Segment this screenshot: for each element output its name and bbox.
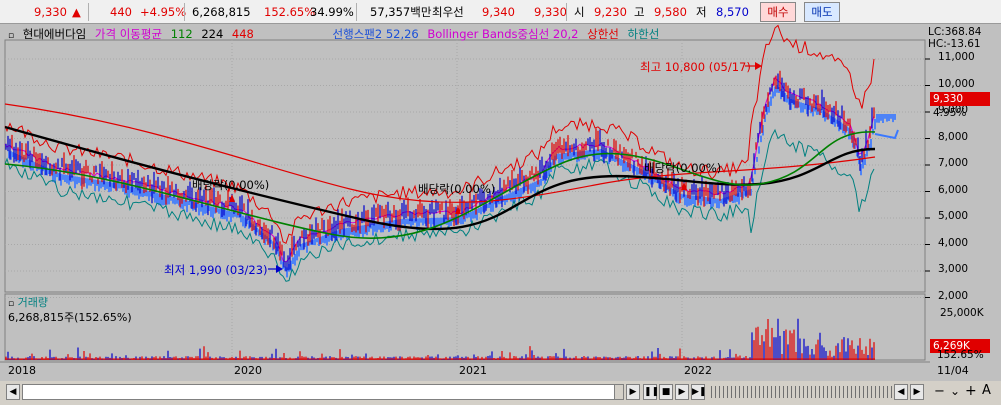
high-annotation: 최고 10,800 (05/17) [640, 60, 751, 74]
up-arrow-icon: ▲ [72, 5, 81, 19]
price-tick: 11,000 [938, 51, 975, 63]
stock-name: 현대에버다임 [22, 27, 87, 41]
dividend-annotation-3: 배당락(0.00%) [644, 161, 722, 175]
collapse-icon[interactable]: ⌄ [950, 384, 960, 398]
ma-224: 224 [201, 27, 224, 41]
low-label: 저 [696, 5, 707, 19]
price-tick: 7,000 [938, 157, 969, 169]
bollinger-label: Bollinger Bands중심선 20,2 [427, 27, 579, 41]
x-label-2022: 2022 [684, 364, 712, 377]
quote-bar: 9,330 ▲ 440 +4.95% 6,268,815 152.65% 34.… [0, 0, 1001, 24]
price-change: 440 [110, 5, 132, 19]
scroll-right-button[interactable]: ▶ [626, 384, 640, 400]
stop-button[interactable]: ■ [659, 384, 673, 400]
stock-chart[interactable]: ▫ 현대에버다임 가격 이동평균 112 224 448 선행스팬2 52,26… [0, 24, 1001, 405]
hc-label: HC:-13.61 [928, 38, 981, 50]
pause-button[interactable]: ❚❚ [643, 384, 659, 400]
scroll-thumb[interactable] [614, 384, 624, 400]
change-percent: +4.95% [140, 5, 187, 19]
chart-legend: ▫ 현대에버다임 가격 이동평균 112 224 448 선행스팬2 52,26… [8, 26, 664, 41]
zoom-out-icon[interactable]: − [934, 384, 945, 399]
last-date-label: 11/04 [937, 364, 969, 377]
zoom-in-right-button[interactable]: ▶ [910, 384, 924, 400]
bollinger-upper: 상한선 [587, 27, 619, 41]
x-label-2018: 2018 [8, 364, 36, 377]
volume-tick: 25,000K [940, 307, 984, 319]
ma-112: 112 [170, 27, 193, 41]
dividend-annotation-1: 배당락(0.00%) [192, 178, 270, 192]
lc-label: LC:368.84 [928, 26, 982, 38]
font-size-icon[interactable]: A [982, 383, 991, 398]
zoom-out-left-button[interactable]: ◀ [894, 384, 908, 400]
volume-ratio: 152.65% [264, 5, 316, 19]
chart-scrollbar[interactable]: ◀ ▶ ❚❚ ■ ▶ ▶❚ ◀ ▶ − ⌄ + A [0, 381, 1001, 405]
trading-amount: 57,357백만 [370, 5, 432, 19]
price-tick: 2,000 [938, 289, 969, 302]
price-tick: 4,000 [938, 236, 969, 249]
bollinger-lower: 하한선 [627, 27, 660, 41]
x-label-2020: 2020 [234, 364, 262, 377]
sell-button[interactable]: 매도 [804, 2, 840, 22]
best-bid: 9,330 [534, 5, 567, 19]
volume: 6,268,815 [192, 5, 251, 19]
volume-panel-title: ▫ 거래량 [8, 296, 48, 309]
current-pct-label: 4.95% [933, 107, 967, 119]
low-price: 8,570 [716, 5, 749, 19]
volume-value: 6,268,815주(152.65%) [8, 311, 132, 324]
zoom-slider[interactable] [708, 386, 892, 398]
ichimoku-label: 선행스팬2 52,26 [332, 27, 419, 41]
volume-menu-icon[interactable]: ▫ [8, 299, 14, 309]
scroll-track[interactable] [22, 384, 624, 400]
ma-448: 448 [231, 27, 254, 41]
chart-menu-icon[interactable]: ▫ [8, 31, 14, 41]
open-price: 9,230 [594, 5, 627, 19]
price-tick: 6,000 [938, 183, 969, 196]
price-tick: 8,000 [938, 130, 969, 143]
current-price-badge: 9,330 [930, 92, 990, 106]
open-label: 시 [574, 5, 585, 19]
volume-pct-label: 152.65% [937, 349, 984, 361]
price-tick: 3,000 [938, 263, 969, 275]
current-price: 9,330 [34, 5, 67, 19]
end-button[interactable]: ▶❚ [691, 384, 706, 400]
buy-button[interactable]: 매수 [760, 2, 796, 22]
dividend-annotation-2: 배당락(0.00%) [418, 182, 496, 196]
scroll-left-button[interactable]: ◀ [6, 384, 20, 400]
turnover: 34.99% [310, 5, 354, 19]
high-price: 9,580 [654, 5, 687, 19]
price-tick: 5,000 [938, 210, 969, 222]
next-button[interactable]: ▶ [675, 384, 689, 400]
high-label: 고 [634, 5, 645, 19]
x-label-2021: 2021 [459, 364, 487, 377]
best-bid-label: 최우선 [432, 5, 464, 19]
volume-pane [4, 293, 926, 361]
best-ask: 9,340 [482, 5, 515, 19]
low-annotation: 최저 1,990 (03/23) [164, 263, 268, 277]
zoom-in-icon[interactable]: + [965, 383, 977, 399]
ma-label: 가격 이동평균 [94, 27, 163, 41]
chart-canvas[interactable] [0, 24, 1001, 405]
price-tick: 10,000 [938, 77, 975, 90]
